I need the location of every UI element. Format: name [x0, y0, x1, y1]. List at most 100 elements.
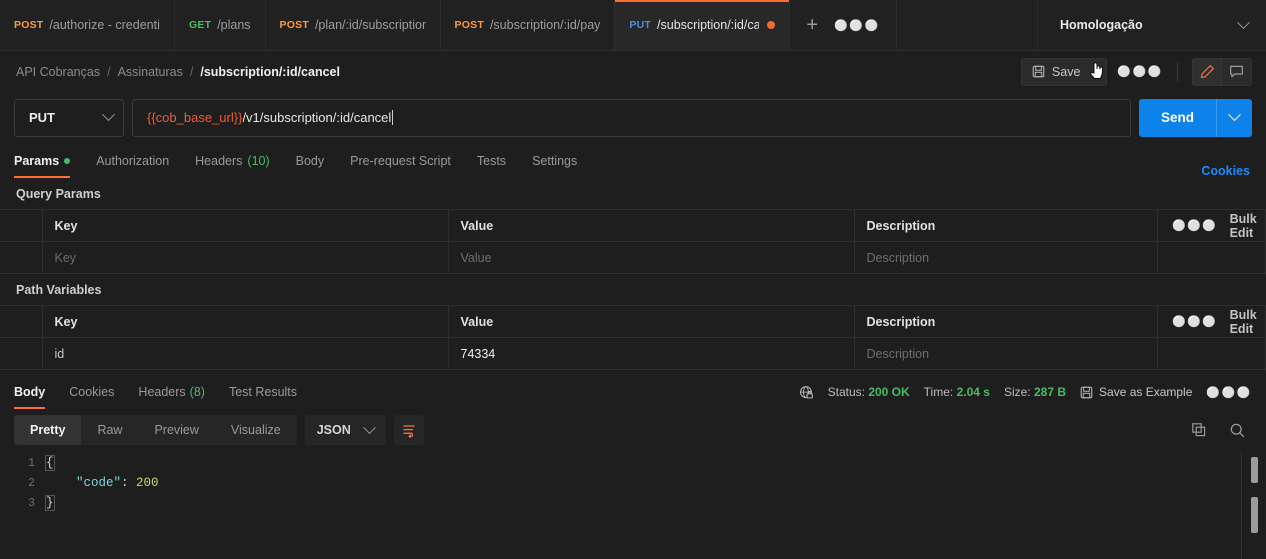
tab-headers[interactable]: Headers (10): [182, 143, 282, 178]
response-tab-cookies[interactable]: Cookies: [57, 375, 126, 409]
vertical-scrollbar-thumb-bottom[interactable]: [1251, 497, 1258, 533]
toolbar-divider: [1177, 61, 1178, 82]
cookies-link[interactable]: Cookies: [1201, 164, 1252, 178]
save-as-example-button[interactable]: Save as Example: [1080, 385, 1192, 399]
path-variables-ellipsis-icon[interactable]: ⚪⚪⚪: [1172, 315, 1218, 328]
bulk-edit-button[interactable]: Bulk Edit: [1230, 308, 1265, 336]
tab-tests[interactable]: Tests: [464, 143, 519, 178]
copy-icon[interactable]: [1191, 422, 1207, 438]
unsaved-changes-dot-icon: [767, 21, 776, 29]
response-tab-body-label: Body: [14, 385, 46, 399]
tab-bar-ellipsis-icon[interactable]: ⚪⚪⚪: [834, 19, 880, 32]
breadcrumb-item-current: /subscription/:id/cancel: [200, 64, 340, 79]
edit-request-button[interactable]: [1192, 57, 1222, 86]
send-options-button[interactable]: [1216, 98, 1252, 137]
request-section-tabs: Params Authorization Headers (10) Body P…: [0, 143, 1266, 178]
table-actions-cell: ⚪⚪⚪ Bulk Edit: [1157, 209, 1266, 242]
tab-pre-request-script[interactable]: Pre-request Script: [337, 143, 464, 178]
view-preview-button[interactable]: Preview: [138, 415, 214, 445]
param-value-input[interactable]: Value: [448, 241, 855, 274]
tab-method-label: PUT: [629, 19, 652, 31]
send-button-label: Send: [1160, 110, 1194, 125]
send-button[interactable]: Send: [1138, 98, 1216, 137]
query-params-ellipsis-icon[interactable]: ⚪⚪⚪: [1172, 219, 1218, 232]
tab-body[interactable]: Body: [283, 143, 338, 178]
response-format-selector[interactable]: JSON: [304, 415, 386, 445]
param-key-input[interactable]: Key: [42, 241, 449, 274]
tab-authorization[interactable]: Authorization: [83, 143, 182, 178]
request-tab-0[interactable]: POST /authorize - credentials: [0, 0, 175, 50]
breadcrumb-actions: Save ⚪⚪⚪: [1020, 57, 1252, 86]
row-checkbox[interactable]: [0, 241, 43, 274]
select-all-cell[interactable]: [0, 209, 43, 242]
param-description-input[interactable]: Description: [854, 241, 1158, 274]
response-tab-body[interactable]: Body: [14, 375, 57, 409]
tab-bar-spacer: [897, 0, 1038, 50]
tab-params[interactable]: Params: [14, 143, 83, 178]
request-tab-4-active[interactable]: PUT /subscription/:id/cance: [615, 0, 791, 50]
environment-selector[interactable]: Homologação: [1038, 0, 1266, 50]
request-tab-1[interactable]: GET /plans: [175, 0, 266, 50]
search-icon[interactable]: [1229, 422, 1246, 439]
request-tab-3[interactable]: POST /subscription/:id/pay: [441, 0, 616, 50]
tab-method-label: GET: [189, 19, 212, 31]
breadcrumb-item-collection[interactable]: API Cobranças: [16, 65, 100, 79]
globe-lock-icon[interactable]: [799, 385, 814, 400]
path-variable-description-input[interactable]: Description: [854, 337, 1158, 370]
new-tab-icon[interactable]: +: [806, 15, 818, 35]
view-raw-label: Raw: [97, 423, 123, 437]
tab-params-label: Params: [14, 153, 60, 168]
response-status: Status: 200 OK: [828, 385, 910, 399]
comment-icon: [1230, 65, 1243, 78]
save-options-button[interactable]: [1083, 57, 1108, 86]
environment-name: Homologação: [1060, 18, 1143, 32]
column-header-key: Key: [42, 209, 449, 242]
chevron-down-icon: [1228, 108, 1241, 122]
query-params-title: Query Params: [16, 187, 101, 201]
request-more-ellipsis-icon[interactable]: ⚪⚪⚪: [1117, 65, 1163, 78]
breadcrumb-separator: /: [107, 64, 111, 79]
response-tab-headers-count: (8): [189, 385, 205, 399]
view-pretty-button[interactable]: Pretty: [14, 415, 82, 445]
response-tab-headers[interactable]: Headers (8): [126, 375, 217, 409]
response-tab-test-results[interactable]: Test Results: [217, 375, 309, 409]
status-value: 200 OK: [868, 385, 910, 399]
view-raw-button[interactable]: Raw: [81, 415, 138, 445]
path-variable-value-input[interactable]: 74334: [448, 337, 855, 370]
row-checkbox[interactable]: [0, 337, 43, 370]
line-number: 1: [28, 456, 35, 470]
text-caret: [392, 110, 394, 125]
view-visualize-button[interactable]: Visualize: [215, 415, 297, 445]
size-value: 287 B: [1033, 385, 1067, 399]
vertical-scrollbar-thumb-top[interactable]: [1251, 457, 1258, 483]
wrap-text-button[interactable]: [393, 415, 424, 445]
response-tab-test-results-label: Test Results: [228, 385, 298, 399]
status-label: Status:: [827, 385, 865, 399]
table-header-row: Key Value Description ⚪⚪⚪ Bulk Edit: [0, 305, 1266, 338]
request-tab-2[interactable]: POST /plan/:id/subscription: [266, 0, 441, 50]
url-path-text: /v1/subscription/:id/cancel: [242, 110, 392, 125]
tab-method-label: POST: [454, 19, 484, 31]
chevron-down-icon: [102, 108, 115, 122]
tab-headers-count: (10): [247, 153, 270, 168]
table-row: id 74334 Description: [0, 337, 1266, 370]
comments-button[interactable]: [1222, 57, 1252, 86]
path-variables-table: Key Value Description ⚪⚪⚪ Bulk Edit id 7…: [0, 305, 1266, 370]
time-label: Time:: [923, 385, 954, 399]
http-method-selector[interactable]: PUT: [14, 98, 124, 137]
path-variable-key[interactable]: id: [42, 337, 449, 370]
response-more-ellipsis-icon[interactable]: ⚪⚪⚪: [1206, 386, 1252, 399]
tab-method-label: POST: [14, 19, 44, 31]
select-all-cell[interactable]: [0, 305, 43, 338]
save-button[interactable]: Save: [1020, 57, 1092, 86]
table-header-row: Key Value Description ⚪⚪⚪ Bulk Edit: [0, 209, 1266, 242]
code-line: 1 {: [0, 453, 1266, 473]
breadcrumb-item-folder[interactable]: Assinaturas: [118, 65, 183, 79]
url-input[interactable]: {{cob_base_url}}/v1/subscription/:id/can…: [132, 98, 1131, 137]
response-body-code[interactable]: 1 { 2 "code": 200 3 }: [0, 453, 1266, 559]
bulk-edit-button[interactable]: Bulk Edit: [1230, 212, 1265, 240]
response-body-tools: [1191, 422, 1252, 439]
tab-settings[interactable]: Settings: [519, 143, 590, 178]
row-actions-cell: [1157, 337, 1266, 370]
send-button-group: Send: [1138, 98, 1252, 137]
